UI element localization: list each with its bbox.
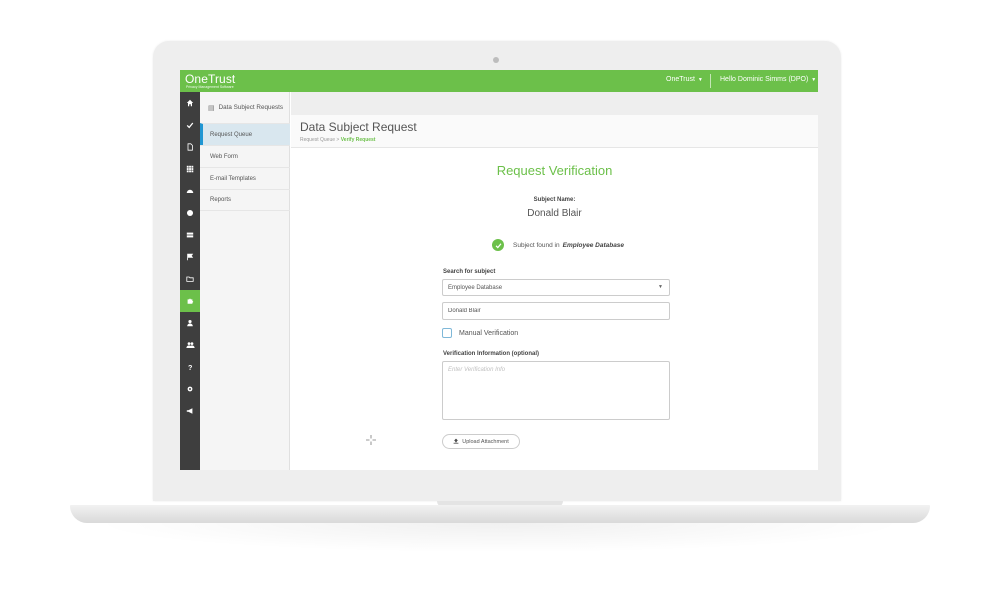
svg-text:?: ? bbox=[188, 363, 192, 371]
search-subject-label: Search for subject bbox=[443, 269, 496, 275]
caret-down-icon: ▼ bbox=[811, 77, 817, 83]
caret-down-icon: ▼ bbox=[697, 77, 703, 83]
chevron-down-icon: ▼ bbox=[658, 284, 663, 290]
flag-icon[interactable] bbox=[180, 246, 200, 268]
help-icon[interactable]: ? bbox=[180, 356, 200, 378]
subnav-item-web-form[interactable]: Web Form bbox=[200, 145, 290, 167]
verification-title: Request Verification bbox=[496, 163, 613, 178]
database-select-value: Employee Database bbox=[448, 284, 503, 291]
user-icon[interactable] bbox=[180, 312, 200, 334]
dashboard-icon[interactable] bbox=[180, 180, 200, 202]
verification-info-label: Verification Information (optional) bbox=[443, 351, 539, 357]
upload-icon bbox=[453, 438, 459, 446]
subnav-header-label: Data Subject Requests bbox=[218, 104, 284, 111]
subject-found-database: Employee Database bbox=[562, 241, 625, 249]
manual-verification-label: Manual Verification bbox=[459, 329, 519, 337]
org-menu[interactable]: OneTrust ▼ bbox=[666, 76, 703, 83]
page-header: Data Subject Request Request Queue > Ver… bbox=[291, 115, 818, 148]
breadcrumb-current: Verify Request bbox=[340, 137, 376, 143]
grid-icon[interactable] bbox=[180, 158, 200, 180]
upload-attachment-button[interactable]: Upload Attachment bbox=[442, 434, 520, 449]
breadcrumb: Request Queue > Verify Request bbox=[300, 137, 375, 143]
user-menu-label: Hello Dominic Simms (DPO) bbox=[720, 76, 809, 83]
document-icon[interactable] bbox=[180, 136, 200, 158]
list-icon: ▤ bbox=[208, 104, 215, 112]
verification-info-textarea[interactable] bbox=[442, 361, 670, 420]
onetrust-logo[interactable]: OneTrust bbox=[185, 72, 235, 86]
top-divider bbox=[710, 74, 711, 88]
logo-tagline: Privacy Management Software bbox=[186, 85, 234, 89]
laptop-shadow bbox=[90, 523, 910, 553]
home-icon[interactable] bbox=[180, 92, 200, 114]
move-cursor-icon bbox=[366, 435, 376, 445]
megaphone-icon[interactable] bbox=[180, 400, 200, 422]
subject-found-status: Subject found in Employee Database bbox=[492, 238, 624, 252]
subnav-item-email-templates[interactable]: E-mail Templates bbox=[200, 167, 290, 189]
check-icon[interactable] bbox=[180, 114, 200, 136]
breadcrumb-parent[interactable]: Request Queue bbox=[300, 137, 335, 143]
org-menu-label: OneTrust bbox=[666, 76, 695, 83]
manual-verification-row[interactable]: Manual Verification bbox=[442, 328, 518, 338]
subnav-item-request-queue[interactable]: Request Queue bbox=[200, 123, 290, 145]
top-bar: OneTrust Privacy Management Software One… bbox=[180, 70, 818, 92]
subject-search-input[interactable] bbox=[442, 302, 670, 320]
main-content: Data Subject Request Request Queue > Ver… bbox=[291, 92, 818, 470]
laptop-base bbox=[70, 505, 930, 523]
subject-name-label: Subject Name: bbox=[533, 197, 576, 203]
module-subnav: ▤ Data Subject Requests Request Queue We… bbox=[200, 92, 290, 470]
user-menu[interactable]: Hello Dominic Simms (DPO) ▼ bbox=[720, 76, 816, 83]
icon-sidebar: ? bbox=[180, 92, 200, 470]
breadcrumb-separator: > bbox=[336, 137, 340, 143]
puzzle-icon[interactable] bbox=[180, 290, 200, 312]
folder-icon[interactable] bbox=[180, 268, 200, 290]
server-icon[interactable] bbox=[180, 224, 200, 246]
camera-dot bbox=[493, 57, 499, 63]
subnav-item-reports[interactable]: Reports bbox=[200, 189, 290, 211]
gear-icon[interactable] bbox=[180, 378, 200, 400]
content-top-strip bbox=[291, 92, 818, 115]
users-icon[interactable] bbox=[180, 334, 200, 356]
database-select[interactable]: Employee Database ▼ bbox=[442, 279, 670, 296]
subject-name-value: Donald Blair bbox=[527, 208, 582, 219]
app-screen: OneTrust Privacy Management Software One… bbox=[180, 70, 818, 470]
globe-icon[interactable] bbox=[180, 202, 200, 224]
check-circle-icon bbox=[492, 239, 504, 251]
upload-attachment-label: Upload Attachment bbox=[462, 438, 509, 445]
page-title: Data Subject Request bbox=[300, 120, 417, 134]
subject-found-text: Subject found in bbox=[513, 241, 560, 249]
subnav-header: ▤ Data Subject Requests bbox=[200, 92, 290, 123]
manual-verification-checkbox[interactable] bbox=[442, 328, 452, 338]
